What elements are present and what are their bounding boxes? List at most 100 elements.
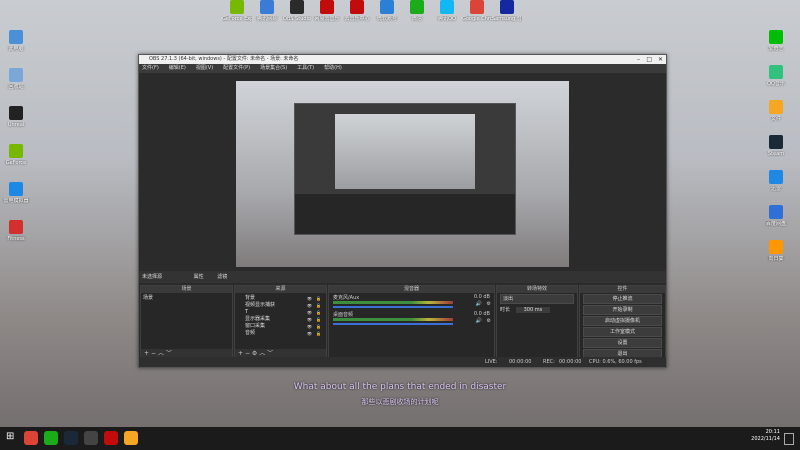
control-button[interactable]: 停止推流: [583, 294, 662, 304]
desktop-right-icon[interactable]: 百度网盘: [761, 205, 791, 227]
source-item[interactable]: 背景 👁 🔓: [237, 295, 324, 302]
add-source-icon[interactable]: +: [238, 350, 243, 357]
control-button[interactable]: 开始录制: [583, 305, 662, 315]
desktop-left-icon[interactable]: Fitness: [1, 220, 31, 242]
mixer-dock: 混音器 麦克风/Aux 0.0 dB 🔊 ⚙ 桌面音频 0.0 dB 🔊 ⚙: [328, 285, 495, 359]
source-item[interactable]: 显示器采集 👁 🔓: [237, 316, 324, 323]
desktop-top-icon[interactable]: Samsung 音乐: [492, 0, 522, 22]
lock-icon[interactable]: 🔓: [316, 316, 321, 323]
minimize-icon[interactable]: –: [637, 55, 640, 64]
lock-icon[interactable]: 🔓: [316, 309, 321, 316]
source-item[interactable]: 窗口采集 👁 🔓: [237, 323, 324, 330]
obs-window[interactable]: OBS 27.1.3 (64-bit, windows) - 配置文件: 未命名…: [138, 54, 667, 368]
notification-icon[interactable]: [784, 433, 794, 445]
lock-icon[interactable]: 🔓: [316, 302, 321, 309]
desktop-top-icon-label: Samsung 音乐: [492, 16, 522, 22]
move-up-icon[interactable]: ︿: [259, 350, 265, 357]
desktop-top-icon[interactable]: 微信: [402, 0, 432, 22]
lock-icon[interactable]: 🔓: [316, 295, 321, 302]
taskbar-app-obs[interactable]: [84, 431, 98, 445]
desktop-right-icon-icon: [769, 135, 783, 149]
properties-button[interactable]: 属性: [194, 274, 204, 280]
desktop-top-icon[interactable]: 微软账号: [372, 0, 402, 22]
desktop-top-icon[interactable]: GeForce Experience: [222, 0, 252, 22]
sources-dock: 来源 背景 👁 🔓 视频显示捕获 👁 🔓 T 👁 🔓 显示器采集 👁 🔓 窗口采集 👁 🔓 音频 👁 🔓 + − …: [234, 285, 327, 359]
eye-icon[interactable]: 👁: [307, 295, 312, 302]
obs-title-bar[interactable]: OBS 27.1.3 (64-bit, windows) - 配置文件: 未命名…: [139, 55, 666, 64]
volume-slider[interactable]: [333, 323, 453, 325]
gear-icon[interactable]: ⚙: [487, 301, 491, 307]
menu-item[interactable]: 工具(T): [297, 65, 314, 71]
taskbar-app-file-explorer[interactable]: [124, 431, 138, 445]
eye-icon[interactable]: 👁: [307, 316, 312, 323]
desktop-left-icon[interactable]: GeForce: [1, 144, 31, 166]
move-down-icon[interactable]: ﹀: [166, 350, 172, 357]
desktop-left-icon[interactable]: 回收站: [1, 68, 31, 90]
desktop-right-icon[interactable]: 迅雷: [761, 170, 791, 192]
desktop-top-icon[interactable]: OBS Studio: [282, 0, 312, 22]
gear-icon[interactable]: ⚙: [487, 318, 491, 324]
source-item[interactable]: 音频 👁 🔓: [237, 330, 324, 337]
source-item[interactable]: T 👁 🔓: [237, 309, 324, 316]
maximize-icon[interactable]: □: [646, 55, 652, 64]
menu-item[interactable]: 帮助(H): [324, 65, 342, 71]
eye-icon[interactable]: 👁: [307, 309, 312, 316]
desktop-top-icon[interactable]: Google Chrome: [462, 0, 492, 22]
eye-icon[interactable]: 👁: [307, 330, 312, 337]
desktop-right-icon[interactable]: Steam: [761, 135, 791, 157]
menu-item[interactable]: 配置文件(P): [223, 65, 250, 71]
desktop-right-icon[interactable]: QQ音乐: [761, 65, 791, 87]
lock-icon[interactable]: 🔓: [316, 330, 321, 337]
desktop-left-icon[interactable]: 雷电模拟器: [1, 182, 31, 204]
desktop-top-icon[interactable]: 腾讯网易: [252, 0, 282, 22]
add-scene-icon[interactable]: +: [144, 350, 149, 357]
move-down-icon[interactable]: ﹀: [267, 350, 273, 357]
eye-icon[interactable]: 👁: [307, 323, 312, 330]
desktop-right-icon[interactable]: 爱奇艺: [761, 30, 791, 52]
move-up-icon[interactable]: ︿: [158, 350, 164, 357]
menu-item[interactable]: 编辑(E): [169, 65, 186, 71]
desktop-right-icon[interactable]: 向日葵: [761, 240, 791, 262]
taskbar-app-netease-music[interactable]: [104, 431, 118, 445]
eye-icon[interactable]: 👁: [307, 302, 312, 309]
desktop-left-icon[interactable]: Unreal: [1, 106, 31, 128]
duration-input[interactable]: 300 ms: [515, 307, 551, 313]
desktop-top-icon[interactable]: 腾讯QQ: [432, 0, 462, 22]
desktop-left-icon[interactable]: 此电脑: [1, 30, 31, 52]
source-item[interactable]: 视频显示捕获 👁 🔓: [237, 302, 324, 309]
control-button[interactable]: 设置: [583, 338, 662, 348]
desktop-left-icon-label: 此电脑: [8, 46, 24, 52]
taskbar-app-steam[interactable]: [64, 431, 78, 445]
remove-scene-icon[interactable]: −: [151, 350, 156, 357]
control-button[interactable]: 启动虚拟摄像机: [583, 316, 662, 326]
close-icon[interactable]: ✕: [658, 55, 663, 64]
desktop-top-icon-label: GeForce Experience: [222, 16, 252, 22]
speaker-icon[interactable]: 🔊: [476, 301, 482, 307]
menu-item[interactable]: 视图(V): [196, 65, 213, 71]
filters-button[interactable]: 滤镜: [217, 274, 227, 280]
desktop-top-icon-label: 腾讯网易: [256, 16, 277, 22]
scene-item[interactable]: 场景: [143, 295, 230, 302]
lock-icon[interactable]: 🔓: [316, 323, 321, 330]
control-button[interactable]: 工作室模式: [583, 327, 662, 337]
desktop-right-icon-label: 文件: [770, 116, 781, 122]
desktop-top-icon[interactable]: 网易云音乐: [312, 0, 342, 22]
sources-dock-header: 来源: [235, 286, 326, 293]
desktop-right-icon-label: 爱奇艺: [768, 46, 784, 52]
status-bar: LIVE: 00:00:00 REC: 00:00:00 CPU: 0.6%, …: [139, 357, 666, 367]
start-icon[interactable]: ⊞: [6, 432, 16, 442]
clock[interactable]: 20:11 2022/11/14: [751, 429, 780, 443]
transition-select[interactable]: 淡出: [500, 294, 574, 304]
volume-slider[interactable]: [333, 306, 453, 308]
desktop-right-icon[interactable]: 文件: [761, 100, 791, 122]
desktop-top-icon[interactable]: 云音乐中心: [342, 0, 372, 22]
stream-preview[interactable]: [236, 81, 569, 267]
remove-source-icon[interactable]: −: [245, 350, 250, 357]
speaker-icon[interactable]: 🔊: [476, 318, 482, 324]
desktop-left-icon-icon: [9, 30, 23, 44]
taskbar-app-chrome[interactable]: [24, 431, 38, 445]
source-settings-icon[interactable]: ⚙: [252, 350, 257, 357]
taskbar-app-wechat[interactable]: [44, 431, 58, 445]
menu-item[interactable]: 场景集合(S): [260, 65, 287, 71]
menu-item[interactable]: 文件(F): [142, 65, 159, 71]
